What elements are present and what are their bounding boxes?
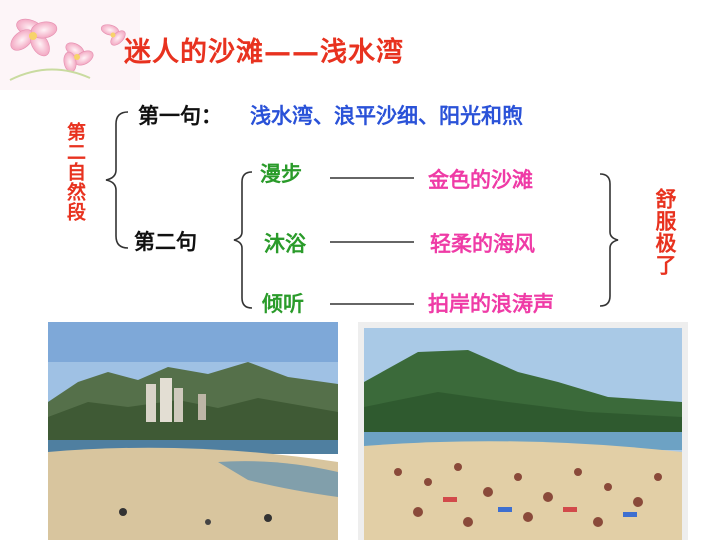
- sentence1-content: 浅水湾、浪平沙细、阳光和煦: [250, 104, 523, 128]
- activity-object: 拍岸的浪涛声: [428, 292, 554, 316]
- activity-object: 轻柔的海风: [430, 232, 535, 256]
- sentence2-label: 第二句: [134, 230, 197, 254]
- activity-verb: 漫步: [260, 162, 302, 186]
- sentence1-label: 第一句：: [138, 104, 222, 128]
- beach-town-photo: [48, 322, 338, 540]
- conclusion-label: 舒服极了: [653, 188, 677, 276]
- activity-object: 金色的沙滩: [428, 168, 533, 192]
- activity-verb: 沐浴: [264, 232, 306, 256]
- crowded-beach-photo: [358, 322, 688, 540]
- activity-verb: 倾听: [262, 292, 304, 316]
- photo-icon: [48, 322, 338, 540]
- structure-lines: [105, 111, 619, 309]
- photo-icon: [364, 328, 682, 540]
